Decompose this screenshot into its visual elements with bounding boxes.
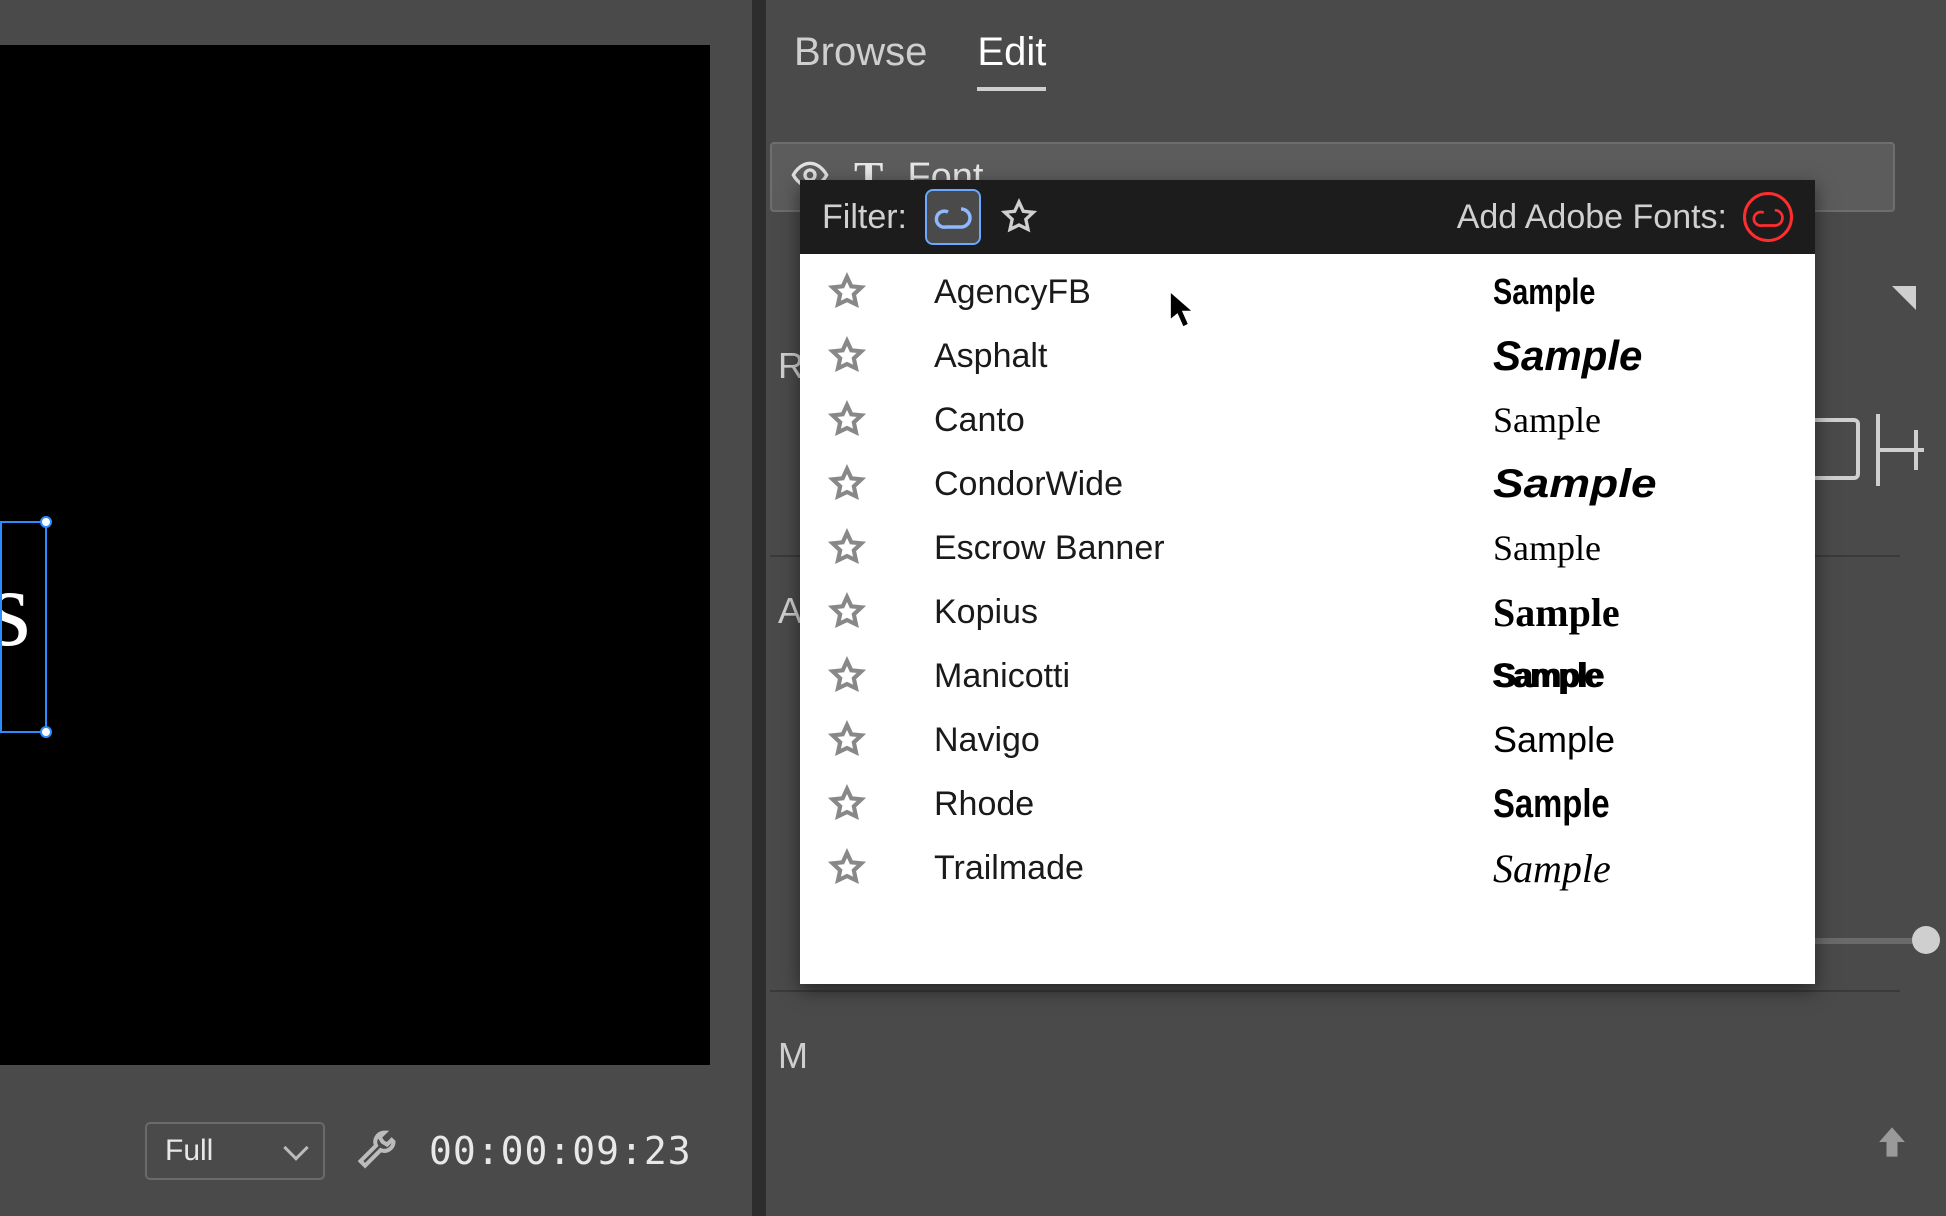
tab-edit[interactable]: Edit — [977, 30, 1046, 85]
favorite-star-button[interactable] — [827, 272, 867, 312]
star-icon — [827, 272, 867, 312]
star-icon — [827, 592, 867, 632]
star-icon — [827, 528, 867, 568]
selection-handle-bottom-right[interactable] — [40, 726, 52, 738]
resolution-dropdown[interactable]: Full — [145, 1122, 325, 1180]
creative-cloud-icon — [933, 197, 973, 237]
star-icon — [827, 848, 867, 888]
star-icon — [827, 656, 867, 696]
star-icon — [827, 336, 867, 376]
font-list[interactable]: AgencyFBSampleAsphaltSampleCantoSampleCo… — [800, 254, 1815, 984]
section-label-m: M — [778, 1035, 808, 1077]
font-row[interactable]: Escrow BannerSample — [800, 516, 1815, 580]
star-icon — [827, 784, 867, 824]
font-name: CondorWide — [894, 465, 1493, 504]
font-sample: Sample — [1493, 332, 1793, 380]
font-name: Asphalt — [894, 337, 1493, 376]
filter-label: Filter: — [822, 198, 907, 237]
font-sample: Sample — [1493, 782, 1739, 827]
wrench-icon — [355, 1129, 399, 1173]
panel-tabs: Browse Edit — [794, 30, 1046, 85]
font-name: Navigo — [894, 721, 1493, 760]
font-row[interactable]: NavigoSample — [800, 708, 1815, 772]
font-name: Trailmade — [894, 849, 1493, 888]
text-selection-box[interactable] — [0, 521, 47, 733]
font-name: Manicotti — [894, 657, 1493, 696]
font-name: Canto — [894, 401, 1493, 440]
favorite-star-button[interactable] — [827, 464, 867, 504]
font-row[interactable]: RhodeSample — [800, 772, 1815, 836]
filter-favorites-button[interactable] — [993, 191, 1045, 243]
font-row[interactable]: AgencyFBSample — [800, 260, 1815, 324]
favorite-star-button[interactable] — [827, 848, 867, 888]
favorite-star-button[interactable] — [827, 784, 867, 824]
star-icon — [827, 720, 867, 760]
favorite-star-button[interactable] — [827, 528, 867, 568]
panel-divider[interactable] — [752, 0, 766, 1216]
font-row[interactable]: CondorWideSample — [800, 452, 1815, 516]
font-popover-header: Filter: Add Adobe Fonts: — [800, 180, 1815, 254]
font-dropdown-popover: Filter: Add Adobe Fonts: AgencyFBSampleA… — [800, 180, 1815, 984]
tab-browse[interactable]: Browse — [794, 30, 927, 85]
panel-corner-icon — [1886, 280, 1922, 316]
font-sample: Sample — [1493, 589, 1793, 636]
arrow-up-icon — [1870, 1120, 1914, 1164]
preview-canvas[interactable]: s — [0, 45, 710, 1065]
selection-handle-top-right[interactable] — [40, 516, 52, 528]
panel-menu-button[interactable] — [1886, 280, 1926, 320]
font-sample: Sample — [1493, 845, 1793, 892]
favorite-star-button[interactable] — [827, 336, 867, 376]
font-row[interactable]: CantoSample — [800, 388, 1815, 452]
star-icon — [999, 197, 1039, 237]
font-name: Kopius — [894, 593, 1493, 632]
scroll-up-button[interactable] — [1870, 1120, 1916, 1166]
preview-panel: s Full 00:00:09:23 — [0, 0, 750, 1216]
add-adobe-fonts-label: Add Adobe Fonts: — [1457, 198, 1727, 237]
font-name: AgencyFB — [894, 273, 1493, 312]
wrench-settings-button[interactable] — [355, 1129, 399, 1173]
section-label-a: A — [778, 590, 802, 632]
section-divider — [770, 990, 1900, 992]
font-sample: Sample — [1493, 657, 1793, 696]
font-row[interactable]: AsphaltSample — [800, 324, 1815, 388]
chevron-down-icon — [283, 1135, 308, 1160]
font-sample: Sample — [1493, 271, 1733, 313]
font-sample: Sample — [1493, 462, 1838, 507]
slider-knob[interactable] — [1912, 926, 1940, 954]
creative-cloud-icon — [1751, 205, 1785, 229]
font-row[interactable]: TrailmadeSample — [800, 836, 1815, 900]
font-row[interactable]: ManicottiSample — [800, 644, 1815, 708]
font-name: Escrow Banner — [894, 529, 1493, 568]
favorite-star-button[interactable] — [827, 400, 867, 440]
filter-adobe-fonts-button[interactable] — [927, 191, 979, 243]
font-sample: Sample — [1493, 527, 1793, 569]
star-icon — [827, 464, 867, 504]
resolution-value: Full — [165, 1134, 213, 1168]
add-adobe-fonts-button[interactable] — [1743, 192, 1793, 242]
star-icon — [827, 400, 867, 440]
favorite-star-button[interactable] — [827, 656, 867, 696]
font-sample: Sample — [1493, 719, 1793, 761]
timecode-display[interactable]: 00:00:09:23 — [429, 1129, 692, 1173]
font-sample: Sample — [1493, 399, 1793, 441]
font-name: Rhode — [894, 785, 1493, 824]
preview-footer: Full 00:00:09:23 — [0, 1086, 750, 1216]
favorite-star-button[interactable] — [827, 720, 867, 760]
font-row[interactable]: KopiusSample — [800, 580, 1815, 644]
favorite-star-button[interactable] — [827, 592, 867, 632]
